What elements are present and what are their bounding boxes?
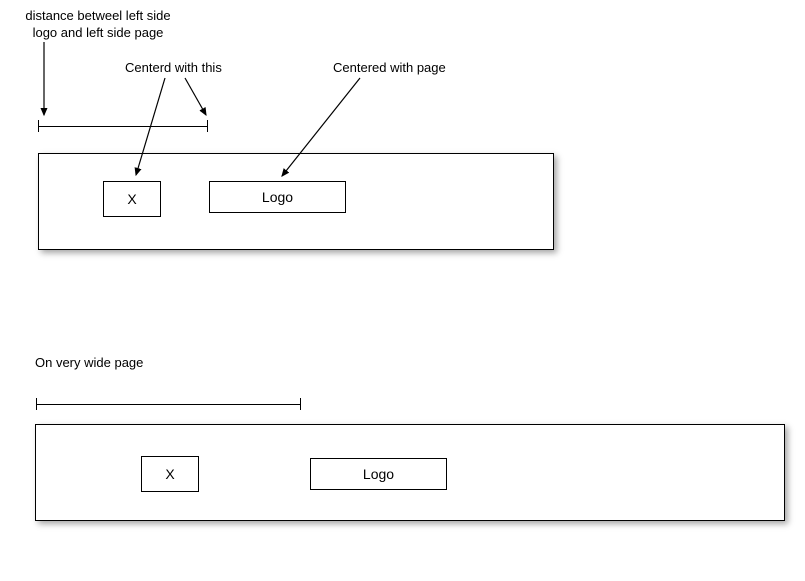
annotation-wide-page: On very wide page (35, 355, 143, 372)
logo-box-narrow: Logo (209, 181, 346, 213)
annotation-left-distance: distance betweel left side logo and left… (18, 8, 178, 42)
arrow-centered-this (185, 78, 206, 115)
annotation-centered-with-page: Centered with page (333, 60, 446, 77)
annotation-centered-with-this: Centerd with this (125, 60, 222, 77)
x-box-narrow: X (103, 181, 161, 217)
logo-box-wide: Logo (310, 458, 447, 490)
page-wide: X Logo (35, 424, 785, 521)
measure-bracket-page1 (38, 124, 208, 134)
page-narrow: X Logo (38, 153, 554, 250)
x-box-wide: X (141, 456, 199, 492)
measure-bracket-page2 (36, 402, 301, 412)
